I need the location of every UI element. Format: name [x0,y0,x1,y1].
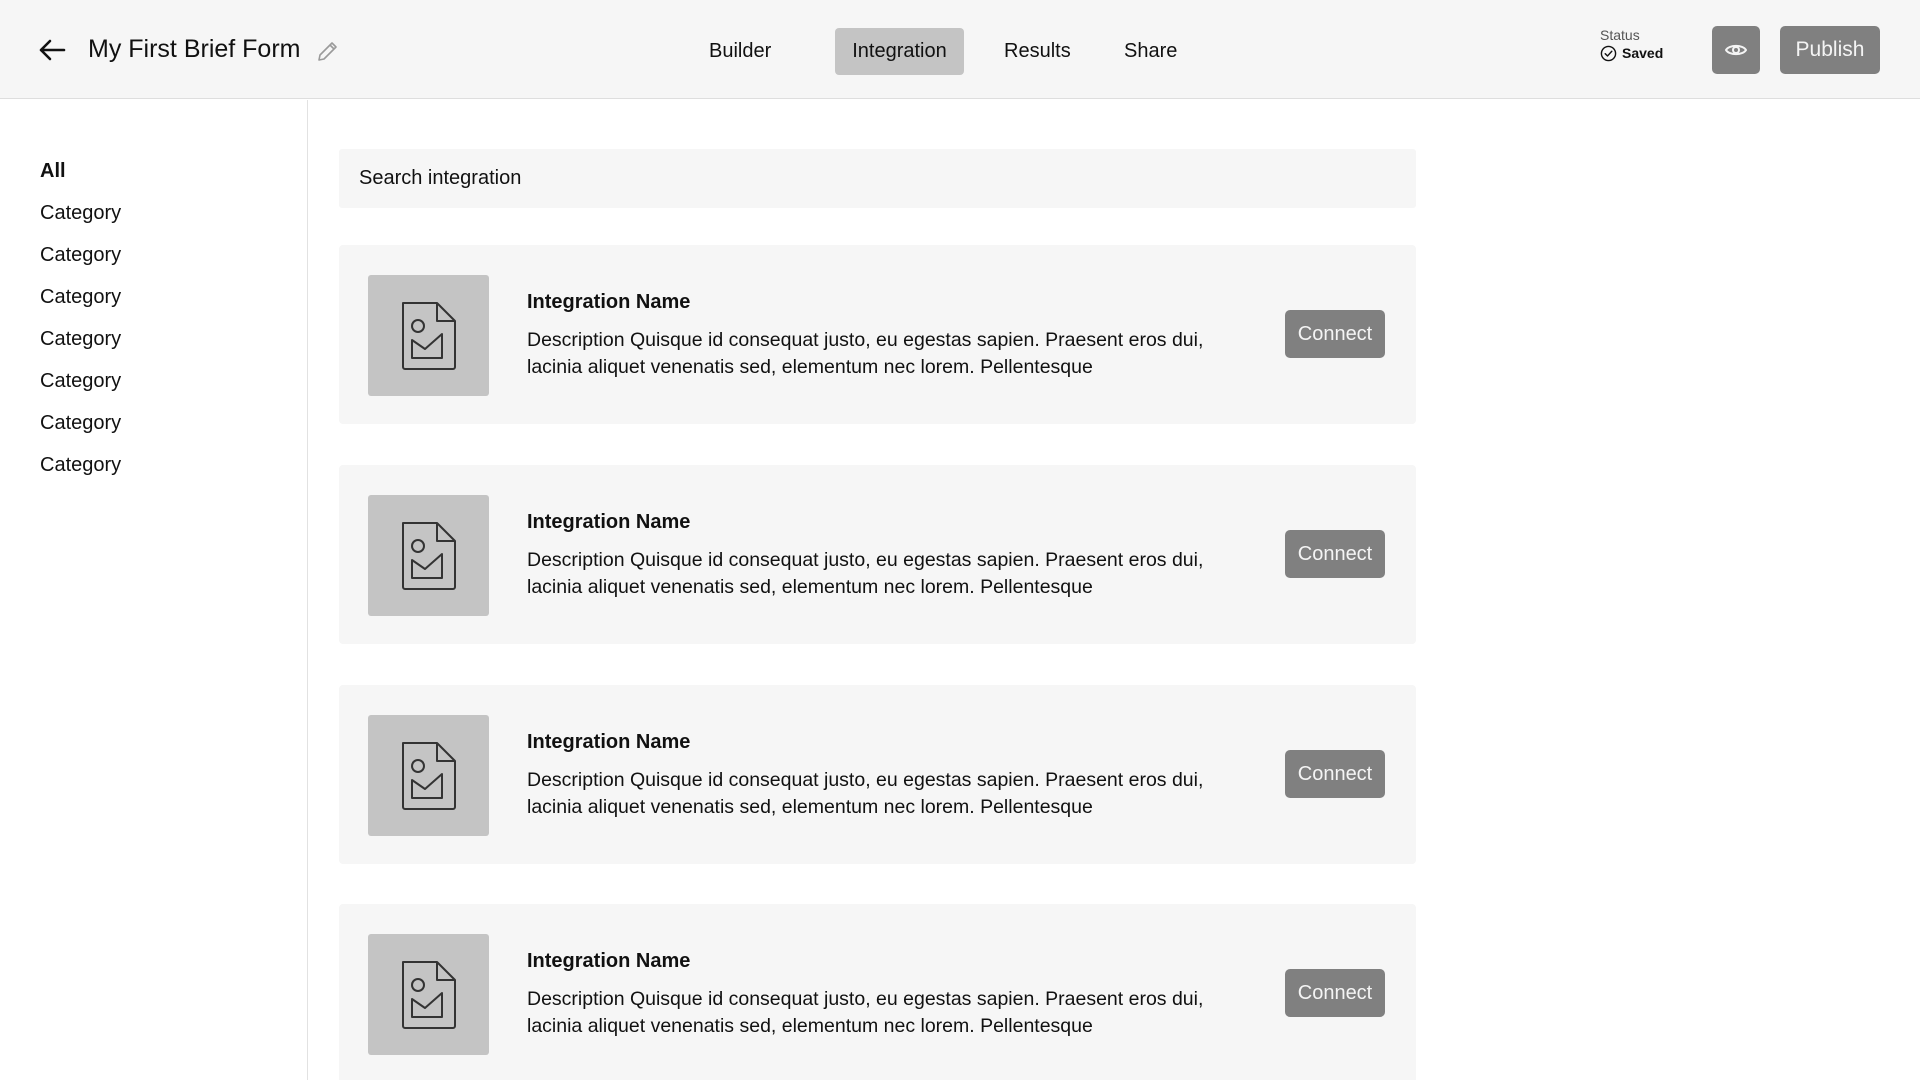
integration-description: Description Quisque id consequat justo, … [527,769,1204,818]
check-circle-icon [1600,45,1617,61]
eye-icon [1725,44,1747,56]
integration-card: Integration Name Description Quisque id … [339,465,1416,644]
form-title: My First Brief Form [88,35,301,63]
integration-description: Description Quisque id consequat justo, … [527,549,1204,598]
connect-button[interactable]: Connect [1285,969,1385,1017]
category-item[interactable]: Category [40,200,121,226]
preview-button[interactable] [1712,26,1760,74]
status-value: Saved [1600,43,1663,63]
category-item[interactable]: Category [40,410,121,436]
integration-card: Integration Name Description Quisque id … [339,904,1416,1080]
edit-title-button[interactable] [315,38,341,64]
image-file-icon [401,521,456,590]
connect-button[interactable]: Connect [1285,750,1385,798]
integration-description: Description Quisque id consequat justo, … [527,988,1204,1037]
publish-button[interactable]: Publish [1780,26,1880,74]
integration-card: Integration Name Description Quisque id … [339,245,1416,424]
category-item[interactable]: Category [40,452,121,478]
integration-name: Integration Name [527,731,691,753]
category-all[interactable]: All [40,158,66,184]
category-item[interactable]: Category [40,326,121,352]
image-file-icon [401,741,456,810]
tab-results[interactable]: Results [993,28,1082,75]
arrow-left-icon [39,39,66,61]
connect-button[interactable]: Connect [1285,310,1385,358]
connect-button[interactable]: Connect [1285,530,1385,578]
integration-name: Integration Name [527,291,691,313]
integration-name: Integration Name [527,950,691,972]
pencil-icon [318,42,337,61]
integration-thumbnail [368,715,489,836]
status-text: Saved [1622,45,1664,61]
category-item[interactable]: Category [40,284,121,310]
search-integration-input[interactable] [339,149,1416,208]
tab-integration[interactable]: Integration [835,28,964,75]
integration-thumbnail [368,275,489,396]
top-bar: My First Brief Form Builder Integration … [0,0,1920,99]
integration-card: Integration Name Description Quisque id … [339,685,1416,864]
category-item[interactable]: Category [40,368,121,394]
integration-description: Description Quisque id consequat justo, … [527,329,1204,378]
tab-builder[interactable]: Builder [698,28,782,75]
integration-thumbnail [368,934,489,1055]
image-file-icon [401,301,456,370]
image-file-icon [401,960,456,1029]
back-button[interactable] [36,34,68,66]
category-item[interactable]: Category [40,242,121,268]
integration-thumbnail [368,495,489,616]
status-label: Status [1600,27,1640,43]
save-status: Status Saved [1600,27,1663,63]
tab-share[interactable]: Share [1113,28,1188,75]
integration-name: Integration Name [527,511,691,533]
category-sidebar: All Category Category Category Category … [0,100,308,1080]
